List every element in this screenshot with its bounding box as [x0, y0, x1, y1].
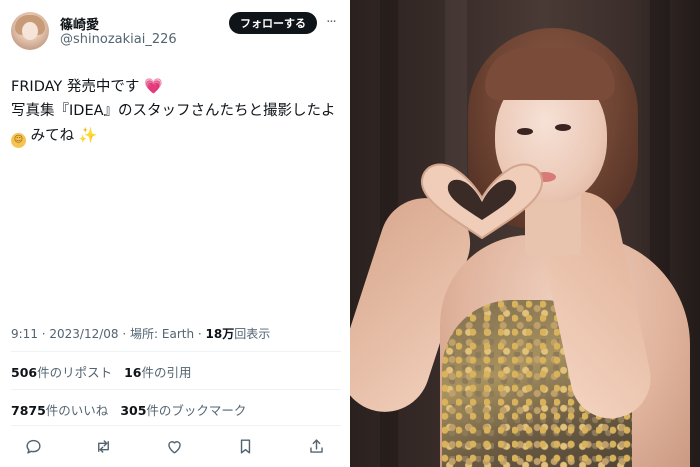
bookmark-icon[interactable]: [234, 435, 256, 457]
tweet-actions-bar: [22, 434, 327, 458]
bookmarks-link[interactable]: 305件のブックマーク: [120, 403, 246, 418]
figure-bangs: [485, 48, 615, 100]
figure-left-eye: [517, 128, 533, 135]
tweet-body: FRIDAY 発売中です 💗 写真集『IDEA』のスタッフさんたちと撮影したよ …: [11, 74, 341, 148]
bookmarks-count: 305: [120, 403, 147, 418]
avatar-face: [22, 22, 38, 40]
avatar[interactable]: [11, 12, 49, 50]
reposts-count: 506: [11, 365, 38, 380]
user-handle[interactable]: @shinozakiai_226: [60, 32, 177, 47]
tweet-meta: 9:11 · 2023/12/08 · 場所: Earth · 18万回表示: [11, 325, 270, 342]
smile-emoji-icon: ☺: [11, 133, 26, 148]
heart-emoji-icon: 💗: [143, 77, 163, 95]
quotes-count: 16: [124, 365, 142, 380]
tweet-text-3: みてね: [30, 128, 75, 144]
reposts-label: 件のリポスト: [37, 365, 113, 380]
views-label: 回表示: [234, 327, 271, 341]
likes-label: 件のいいね: [45, 403, 109, 418]
timestamp[interactable]: 9:11 · 2023/12/08: [11, 327, 119, 341]
tweet-body-line-3: ☺ みてね ✨: [11, 123, 341, 148]
display-name[interactable]: 篠崎愛: [60, 14, 99, 33]
repost-stats-row: 506件のリポスト 16件の引用: [11, 362, 192, 381]
views-separator: ·: [194, 327, 206, 341]
tweet-body-line-2: 写真集『IDEA』のスタッフさんたちと撮影したよ: [11, 103, 336, 119]
likes-link[interactable]: 7875件のいいね: [11, 403, 108, 418]
tweet-text-1: FRIDAY 発売中です: [11, 79, 140, 95]
tweet-panel: 篠崎愛 @shinozakiai_226 フォローする ··· FRIDAY 発…: [0, 0, 350, 467]
quotes-link[interactable]: 16件の引用: [124, 365, 191, 380]
follow-button[interactable]: フォローする: [229, 12, 317, 34]
meta-separator: ·: [122, 327, 127, 341]
divider: [11, 389, 341, 390]
location: 場所: Earth: [130, 327, 195, 341]
tweet-body-line-1: FRIDAY 発売中です 💗: [11, 74, 341, 99]
quotes-label: 件の引用: [141, 365, 192, 380]
like-icon[interactable]: [164, 435, 186, 457]
bookmarks-label: 件のブックマーク: [146, 403, 247, 418]
divider: [11, 425, 341, 426]
reposts-link[interactable]: 506件のリポスト: [11, 365, 112, 380]
views-count: 18万: [205, 327, 235, 341]
photo[interactable]: [350, 0, 700, 467]
like-stats-row: 7875件のいいね 305件のブックマーク: [11, 400, 246, 419]
more-options-icon[interactable]: ···: [322, 12, 340, 32]
sparkle-emoji-icon: ✨: [78, 126, 98, 144]
share-icon[interactable]: [305, 435, 327, 457]
divider: [11, 351, 341, 352]
repost-icon[interactable]: [93, 435, 115, 457]
likes-count: 7875: [11, 403, 46, 418]
reply-icon[interactable]: [22, 435, 44, 457]
heart-hands: [420, 163, 544, 240]
figure-right-eye: [555, 124, 571, 131]
